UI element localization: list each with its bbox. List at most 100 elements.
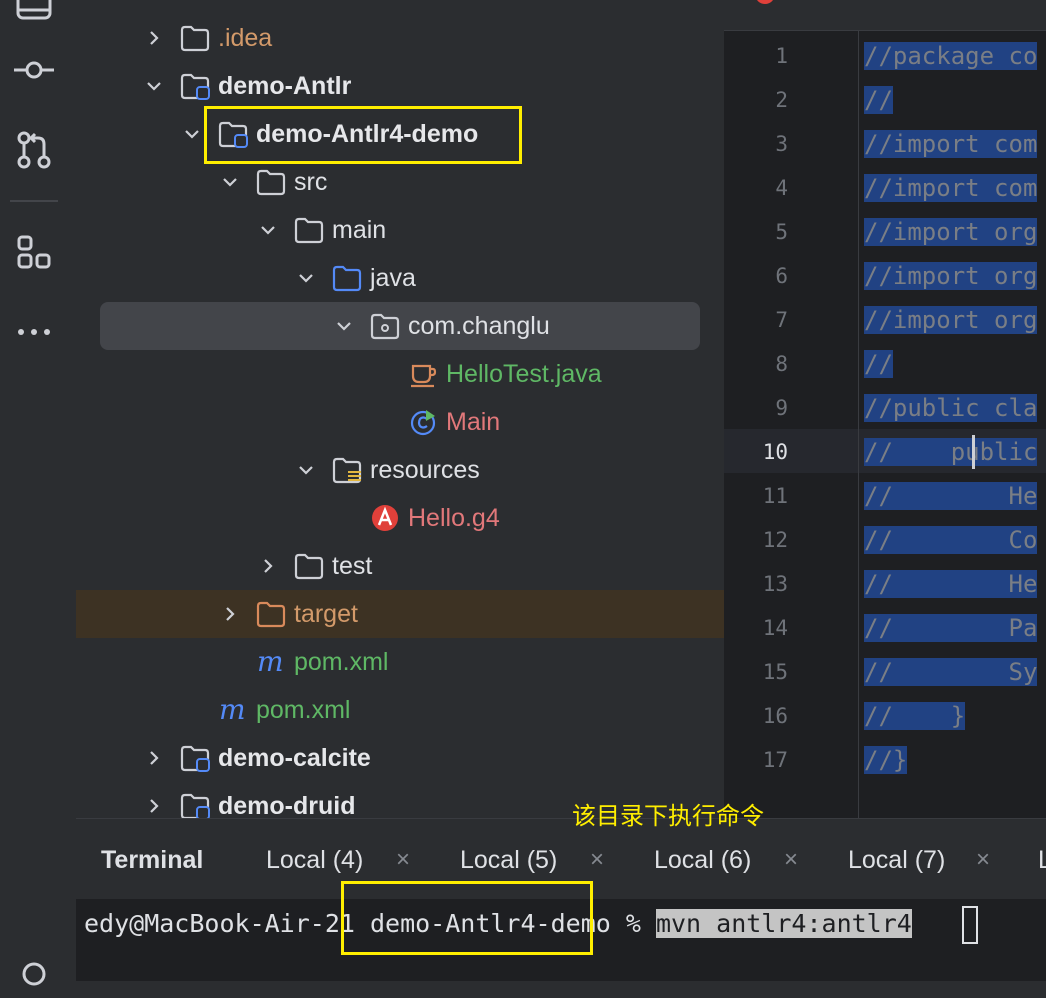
- module-folder-icon: [180, 745, 210, 772]
- chevron-right-icon[interactable]: [144, 28, 164, 48]
- annotation-text: 该目录下执行命令: [572, 802, 764, 830]
- code-line[interactable]: // Co: [864, 518, 1038, 562]
- more-icon[interactable]: [14, 312, 54, 352]
- editor-tab-strip: [724, 0, 1046, 31]
- tree-item-label: demo-calcite: [218, 744, 371, 772]
- code-editor[interactable]: 1 2 3 4 5 6 7 8 9 10 11 12 13 14 15 16 1…: [724, 0, 1046, 818]
- tree-item-hello-g4[interactable]: Hello.g4: [76, 494, 724, 542]
- close-icon[interactable]: ×: [976, 845, 990, 875]
- chevron-down-icon[interactable]: [220, 172, 240, 192]
- code-line[interactable]: // He: [864, 562, 1038, 606]
- module-folder-icon: [180, 73, 210, 100]
- tree-item-pom-xml-parent[interactable]: m pom.xml: [76, 686, 724, 734]
- highlight-box-module: [204, 106, 522, 164]
- line-number: 9: [775, 396, 788, 420]
- tree-item-resources[interactable]: resources: [76, 446, 724, 494]
- tree-item-label: HelloTest.java: [446, 360, 602, 388]
- fold-guide: [858, 30, 859, 818]
- tree-item-label: resources: [370, 456, 480, 484]
- activity-separator: [10, 200, 58, 202]
- folder-icon: [180, 25, 210, 52]
- chevron-right-icon[interactable]: [258, 556, 278, 576]
- chevron-down-icon[interactable]: [296, 460, 316, 480]
- code-text: //: [864, 86, 893, 114]
- chevron-down-icon[interactable]: [182, 124, 202, 144]
- code-line[interactable]: //import org: [864, 210, 1038, 254]
- line-number: 11: [762, 484, 788, 508]
- tree-item-test[interactable]: test: [76, 542, 724, 590]
- chevron-down-icon[interactable]: [258, 220, 278, 240]
- resources-folder-icon: [332, 457, 362, 484]
- tree-item-com-changlu[interactable]: com.changlu: [76, 302, 724, 350]
- tree-item-label: src: [294, 168, 328, 196]
- svg-text:m: m: [257, 648, 284, 676]
- code-text: //import org: [864, 218, 1038, 246]
- tree-item-label: java: [370, 264, 416, 292]
- code-line[interactable]: //public cla: [864, 386, 1038, 430]
- pull-requests-icon[interactable]: [14, 130, 54, 170]
- tree-item-src[interactable]: src: [76, 158, 724, 206]
- tree-item-label: pom.xml: [256, 696, 351, 724]
- code-line[interactable]: //package co: [864, 34, 1038, 78]
- chevron-right-icon[interactable]: [144, 748, 164, 768]
- chevron-down-icon[interactable]: [296, 268, 316, 288]
- code-text: //: [864, 350, 893, 378]
- chevron-right-icon[interactable]: [144, 796, 164, 816]
- code-line[interactable]: //import com: [864, 166, 1038, 210]
- project-tree: .idea demo-Antlr demo-Antlr4-demo src ma…: [76, 0, 724, 818]
- project-icon[interactable]: [14, 0, 54, 26]
- terminal-tab-local-5[interactable]: Local (5): [460, 843, 557, 877]
- tree-item-target[interactable]: target: [76, 590, 724, 638]
- folder-icon: [256, 169, 286, 196]
- code-line[interactable]: //: [864, 342, 893, 386]
- tree-item-label: .idea: [218, 24, 273, 52]
- commit-icon[interactable]: [14, 50, 54, 90]
- tree-item-main-class[interactable]: Main: [76, 398, 724, 446]
- code-text: //import org: [864, 262, 1038, 290]
- tree-item-demo-antlr[interactable]: demo-Antlr: [76, 62, 724, 110]
- code-line[interactable]: // Sy: [864, 650, 1038, 694]
- code-line[interactable]: // He: [864, 474, 1038, 518]
- activity-bar: [0, 0, 76, 986]
- code-text: // }: [864, 702, 966, 730]
- structure-icon[interactable]: [14, 232, 54, 272]
- tree-item-main[interactable]: main: [76, 206, 724, 254]
- code-text: // Co: [864, 526, 1038, 554]
- code-line[interactable]: //import org: [864, 254, 1038, 298]
- code-line[interactable]: //: [864, 78, 893, 122]
- code-line[interactable]: // Pa: [864, 606, 1038, 650]
- notifications-icon[interactable]: [14, 958, 54, 998]
- chevron-down-icon[interactable]: [144, 76, 164, 96]
- line-number: 3: [775, 132, 788, 156]
- line-number-current: 10: [762, 440, 788, 464]
- chevron-right-icon[interactable]: [220, 604, 240, 624]
- tree-item-label: com.changlu: [408, 312, 550, 340]
- folder-icon: [294, 217, 324, 244]
- tree-item-demo-calcite[interactable]: demo-calcite: [76, 734, 724, 782]
- close-icon[interactable]: ×: [784, 845, 798, 875]
- close-icon[interactable]: ×: [396, 845, 410, 875]
- tree-item-pom-xml-module[interactable]: m pom.xml: [76, 638, 724, 686]
- code-text: //import org: [864, 306, 1038, 334]
- tree-item-idea[interactable]: .idea: [76, 14, 724, 62]
- tree-item-hellotest-java[interactable]: HelloTest.java: [76, 350, 724, 398]
- module-folder-icon: [180, 793, 210, 818]
- code-line[interactable]: //}: [864, 738, 908, 782]
- code-line[interactable]: //import org: [864, 298, 1038, 342]
- terminal-tab-local-7[interactable]: Local (7): [848, 843, 945, 877]
- code-line-current[interactable]: // public: [864, 430, 1038, 474]
- close-icon[interactable]: ×: [590, 845, 604, 875]
- line-number: 17: [762, 748, 788, 772]
- terminal-tab-local-4[interactable]: Local (4): [266, 843, 363, 877]
- antlr-file-icon: [372, 505, 398, 531]
- code-line[interactable]: //import com: [864, 122, 1038, 166]
- terminal-tab-local-6[interactable]: Local (6): [654, 843, 751, 877]
- chevron-down-icon[interactable]: [334, 316, 354, 336]
- line-number: 6: [775, 264, 788, 288]
- tree-item-label: Main: [446, 408, 501, 436]
- terminal-tab-overflow[interactable]: L: [1038, 843, 1046, 877]
- highlight-box-directory: [341, 881, 593, 955]
- tree-item-java[interactable]: java: [76, 254, 724, 302]
- code-line[interactable]: // }: [864, 694, 966, 738]
- java-file-icon: [411, 364, 437, 388]
